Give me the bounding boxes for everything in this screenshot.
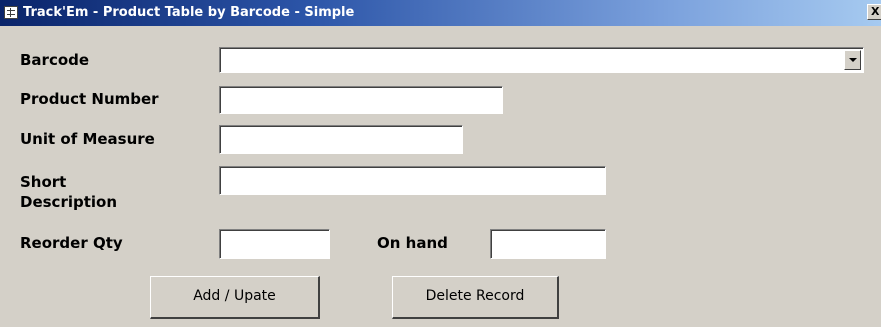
window-title: Track'Em - Product Table by Barcode - Si…: [23, 5, 355, 20]
product-number-input[interactable]: [219, 86, 503, 114]
close-icon[interactable]: X: [867, 4, 881, 20]
barcode-combo[interactable]: [219, 47, 864, 73]
reorder-qty-label: Reorder Qty: [20, 234, 123, 252]
unit-of-measure-input[interactable]: [219, 125, 463, 154]
on-hand-input[interactable]: [490, 229, 606, 259]
short-description-input[interactable]: [219, 166, 606, 195]
reorder-qty-input[interactable]: [219, 229, 330, 259]
delete-record-button[interactable]: Delete Record: [392, 276, 559, 319]
on-hand-label: On hand: [377, 234, 448, 252]
form-window: Track'Em - Product Table by Barcode - Si…: [0, 0, 881, 327]
barcode-label: Barcode: [20, 51, 90, 69]
form-icon: [4, 6, 18, 19]
product-number-label: Product Number: [20, 90, 159, 108]
dropdown-arrow-icon[interactable]: [844, 50, 861, 70]
unit-of-measure-label: Unit of Measure: [20, 130, 155, 148]
short-description-label: Short Description: [20, 173, 118, 211]
add-update-button[interactable]: Add / Upate: [150, 276, 320, 319]
title-bar[interactable]: Track'Em - Product Table by Barcode - Si…: [0, 0, 881, 26]
